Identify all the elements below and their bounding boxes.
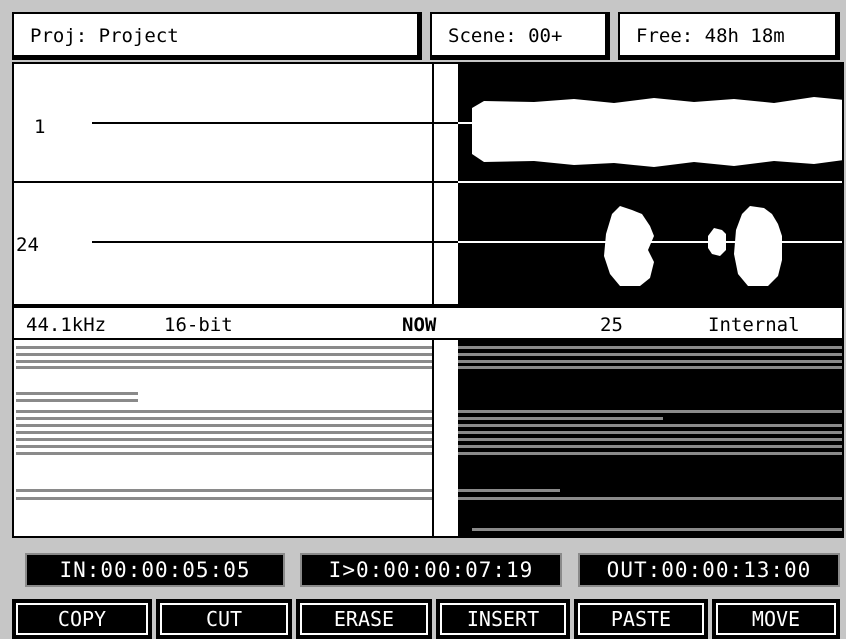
out-point-text: OUT:00:00:13:00 bbox=[606, 558, 812, 582]
free-space-label: Free: 48h 18m bbox=[636, 24, 785, 47]
insert-button[interactable]: INSERT bbox=[436, 599, 570, 639]
in-point-text: IN:00:00:05:05 bbox=[59, 558, 251, 582]
project-label: Proj: Project bbox=[30, 24, 179, 47]
move-label: MOVE bbox=[751, 607, 801, 631]
scene-label: Scene: 00+ bbox=[448, 24, 563, 47]
copy-label: COPY bbox=[57, 607, 107, 631]
paste-label: PASTE bbox=[610, 607, 672, 631]
out-point-timecode[interactable]: OUT:00:00:13:00 bbox=[578, 553, 840, 587]
waveform-view[interactable]: 1 24 bbox=[12, 62, 844, 306]
sample-rate: 44.1kHz bbox=[26, 314, 107, 336]
paste-button[interactable]: PASTE bbox=[574, 599, 708, 639]
erase-button[interactable]: ERASE bbox=[296, 599, 432, 639]
status-bar: 44.1kHz 16-bit NOW 25 Internal bbox=[12, 306, 844, 340]
now-indicator: NOW bbox=[402, 314, 437, 336]
frame-rate: 25 bbox=[600, 314, 623, 336]
now-timecode[interactable]: I>0:00:00:07:19 bbox=[300, 553, 562, 587]
track-overview[interactable] bbox=[12, 338, 844, 538]
erase-label: ERASE bbox=[333, 607, 395, 631]
copy-button[interactable]: COPY bbox=[12, 599, 152, 639]
sync-source: Internal bbox=[708, 314, 800, 336]
track-1-label: 1 bbox=[34, 116, 46, 138]
in-point-timecode[interactable]: IN:00:00:05:05 bbox=[25, 553, 285, 587]
free-space-field: Free: 48h 18m bbox=[618, 12, 840, 60]
now-text: I>0:00:00:07:19 bbox=[328, 558, 534, 582]
project-field[interactable]: Proj: Project bbox=[12, 12, 422, 60]
bit-depth: 16-bit bbox=[164, 314, 233, 336]
track-24-label: 24 bbox=[16, 234, 39, 256]
insert-label: INSERT bbox=[466, 607, 540, 631]
cut-label: CUT bbox=[205, 607, 243, 631]
move-button[interactable]: MOVE bbox=[712, 599, 840, 639]
scene-field[interactable]: Scene: 00+ bbox=[430, 12, 610, 60]
cut-button[interactable]: CUT bbox=[156, 599, 292, 639]
